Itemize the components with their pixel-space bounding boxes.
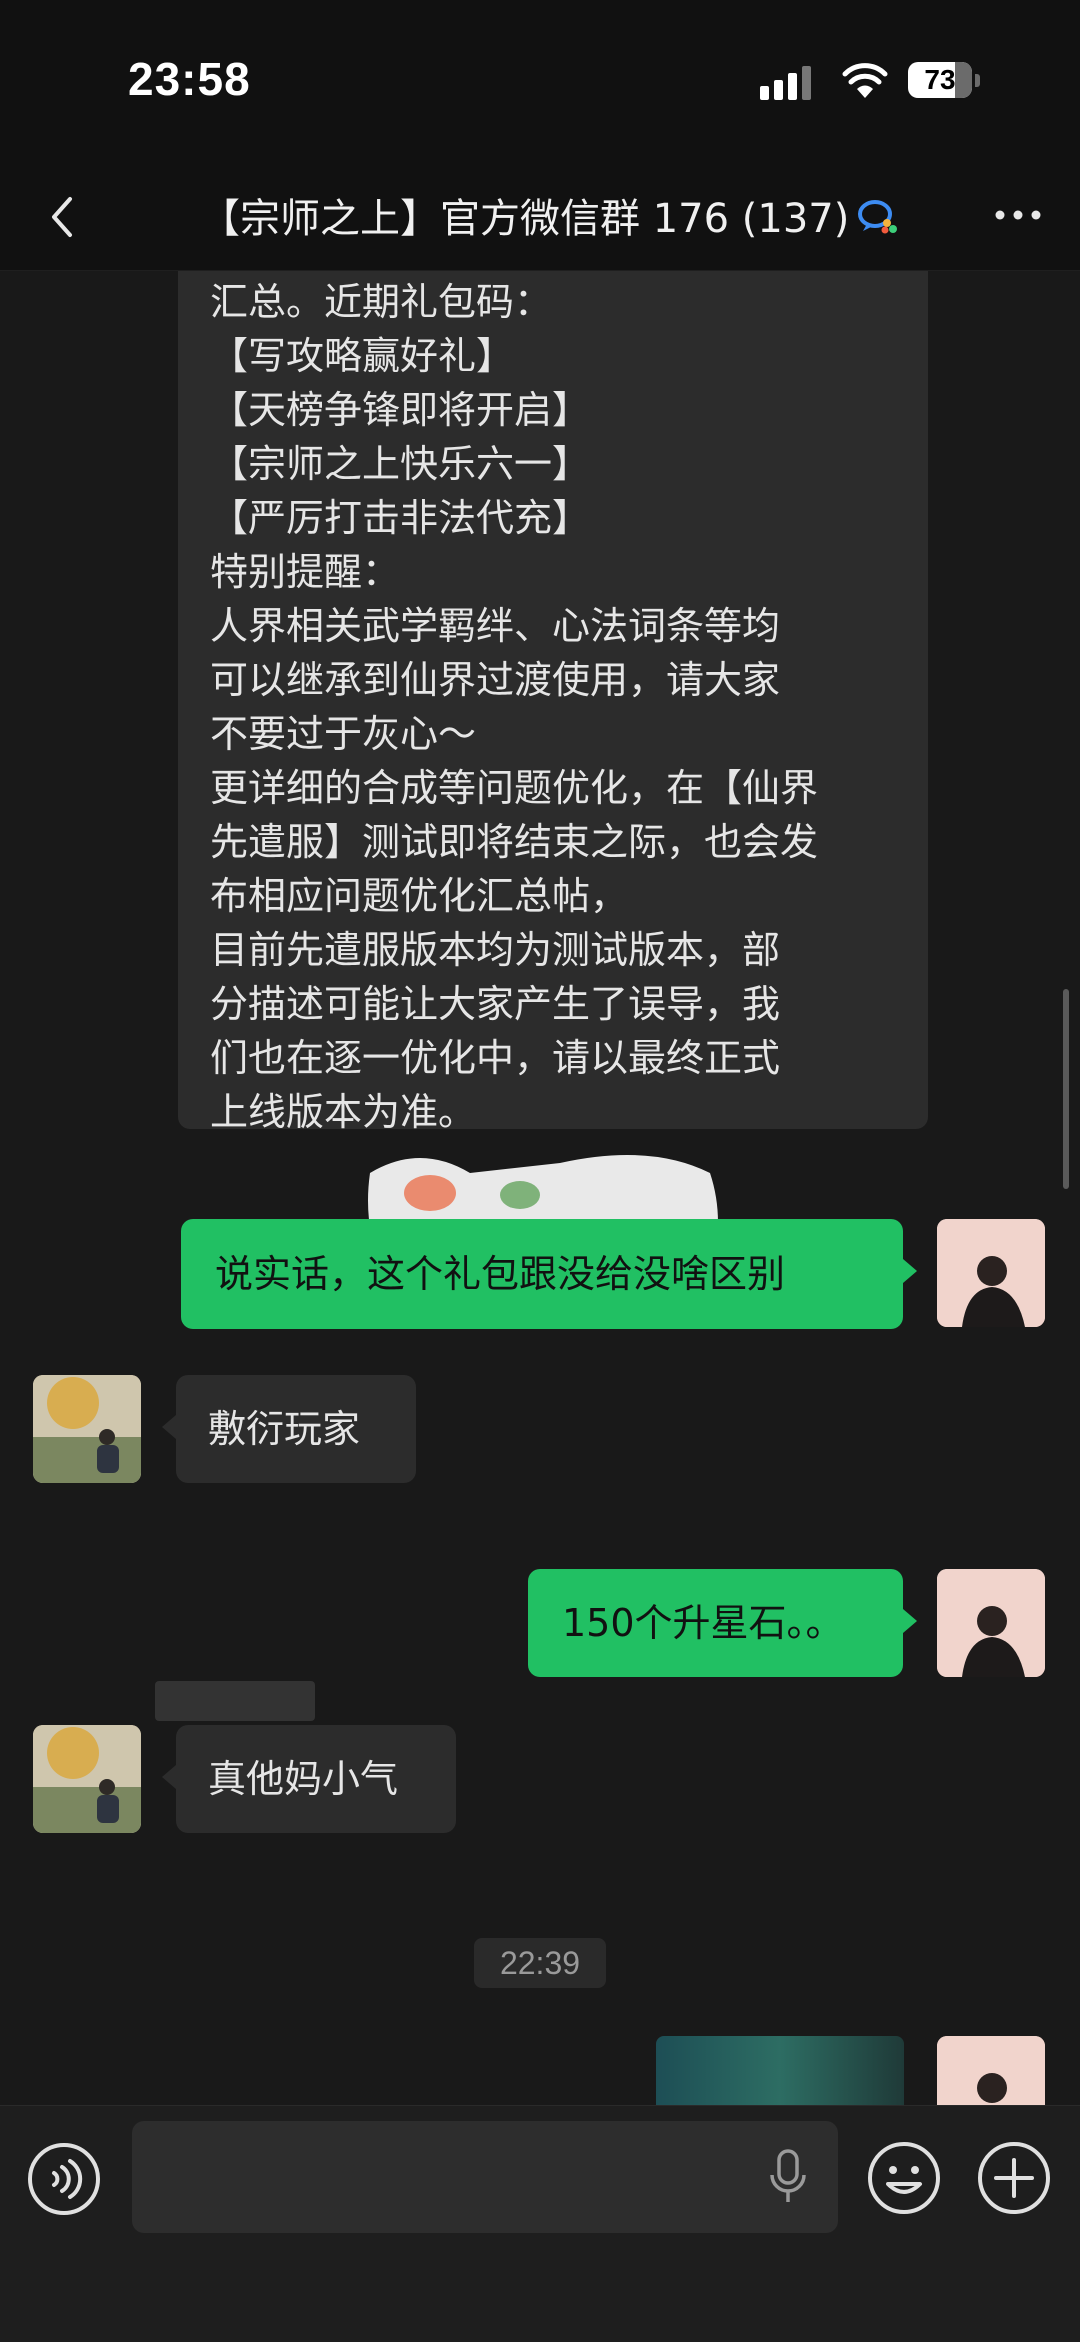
message-line: 人界相关武学羁绊、心法词条等均 <box>210 604 781 648</box>
page-title: 【宗师之上】官方微信群 176 (137) <box>200 196 850 242</box>
message-line: 可以继承到仙界过渡使用，请大家 <box>210 658 781 702</box>
message-line: 分描述可能让大家产生了误导，我 <box>210 982 781 1026</box>
status-time: 23:58 <box>128 53 251 105</box>
message-line: 们也在逐一优化中，请以最终正式 <box>210 1036 781 1080</box>
message-line: 【严厉打击非法代充】 <box>210 496 591 540</box>
image-message[interactable] <box>656 2036 904 2105</box>
status-bar: 23:58 73 <box>0 0 1080 165</box>
message-line: 【写攻略赢好礼】 <box>210 334 515 378</box>
chevron-left-icon[interactable] <box>38 187 88 247</box>
my-avatar[interactable] <box>937 2036 1045 2105</box>
message-timestamp: 22:39 <box>474 1938 606 1988</box>
message-line: 【天榜争锋即将开启】 <box>210 388 591 432</box>
message-line: 更详细的合成等问题优化，在【仙界 <box>210 766 819 810</box>
message-text: 说实话，这个礼包跟没给没啥区别 <box>215 1252 786 1296</box>
message-line: 不要过于灰心～ <box>210 712 477 756</box>
message-line: 汇总。近期礼包码： <box>210 280 553 324</box>
message-text: 真他妈小气 <box>208 1757 399 1801</box>
my-message-bubble[interactable]: 150个升星石。。 <box>528 1569 917 1677</box>
scrollbar[interactable] <box>1063 989 1069 1189</box>
status-icons: 73 <box>760 58 990 102</box>
message-line: 布相应问题优化汇总帖， <box>210 874 629 918</box>
battery-tip <box>975 74 980 87</box>
message-line: 先遣服】测试即将结束之际，也会发 <box>210 820 819 864</box>
mic-icon[interactable] <box>768 2149 808 2205</box>
message-input[interactable] <box>132 2121 838 2233</box>
message-line: 特别提醒： <box>210 550 401 594</box>
my-avatar[interactable] <box>937 1569 1045 1677</box>
battery-level: 73 <box>924 64 956 95</box>
avatar-image <box>937 1569 1045 1677</box>
sender-name-redacted <box>155 1681 315 1721</box>
emoji-icon[interactable] <box>866 2140 942 2216</box>
announcement-message[interactable]: 汇总。近期礼包码： 【写攻略赢好礼】 【天榜争锋即将开启】 【宗师之上快乐六一】… <box>178 271 928 1134</box>
group-title: 【宗师之上】官方微信群 176 (137) <box>200 185 901 245</box>
avatar-image <box>937 2036 1045 2105</box>
wifi-icon <box>842 63 888 98</box>
member-message-bubble[interactable]: 敷衍玩家 <box>162 1375 416 1483</box>
member-avatar[interactable] <box>33 1725 141 1833</box>
message-text: 150个升星石。。 <box>562 1601 844 1645</box>
voice-mode-icon[interactable] <box>26 2141 102 2217</box>
plus-icon[interactable] <box>976 2140 1052 2216</box>
more-dots-icon[interactable] <box>988 195 1048 235</box>
signal-icon <box>760 64 820 100</box>
my-message-bubble[interactable]: 说实话，这个礼包跟没给没啥区别 <box>181 1219 917 1329</box>
avatar-image <box>33 1725 141 1833</box>
message-line: 【宗师之上快乐六一】 <box>210 442 591 486</box>
wecom-badge-icon <box>858 200 898 234</box>
member-avatar[interactable] <box>33 1375 141 1483</box>
message-line: 上线版本为准。 <box>210 1090 477 1134</box>
message-text: 敷衍玩家 <box>208 1407 361 1451</box>
avatar-image <box>937 1219 1045 1327</box>
message-line: 目前先遣服版本均为测试版本，部 <box>210 928 781 972</box>
avatar-image <box>33 1375 141 1483</box>
member-message-bubble[interactable]: 真他妈小气 <box>162 1725 456 1833</box>
input-bar <box>0 2105 1080 2342</box>
battery-icon: 73 <box>908 62 972 98</box>
chat-header: 【宗师之上】官方微信群 176 (137) <box>0 165 1080 271</box>
my-avatar[interactable] <box>937 1219 1045 1327</box>
chat-area[interactable]: 汇总。近期礼包码： 【写攻略赢好礼】 【天榜争锋即将开启】 【宗师之上快乐六一】… <box>0 271 1080 2105</box>
